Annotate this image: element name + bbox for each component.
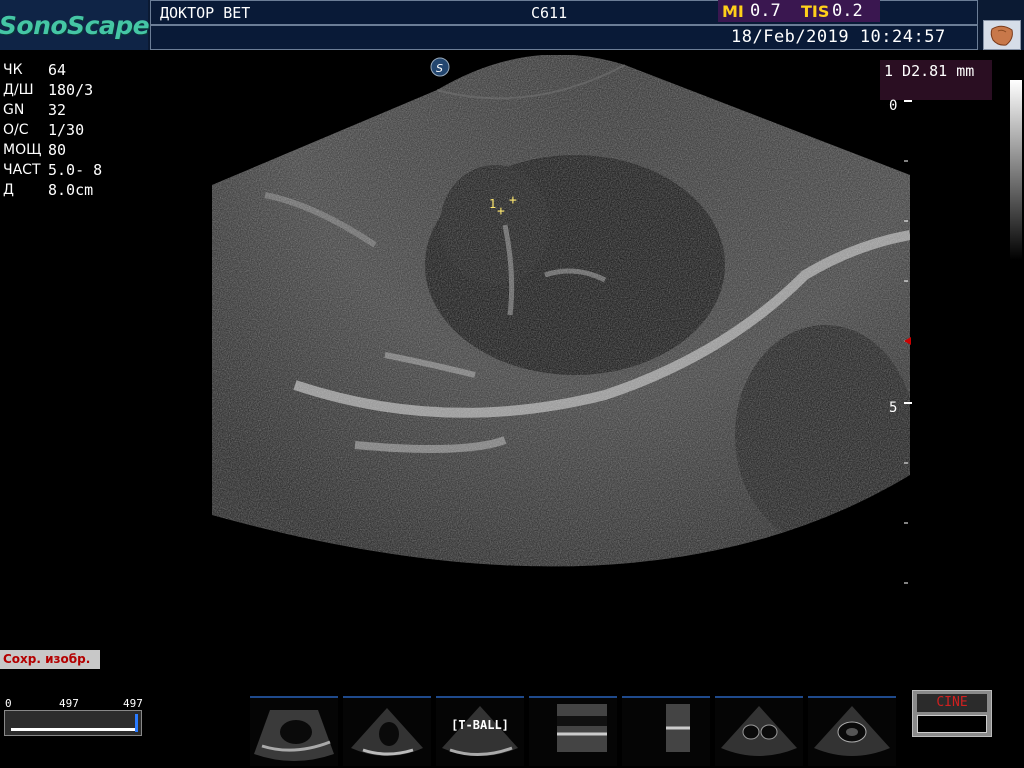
param-label: О/С bbox=[3, 122, 29, 138]
param-value: 1/30 bbox=[48, 121, 85, 139]
brand-logo-text: SonoScape bbox=[0, 10, 150, 40]
caliper-marker[interactable]: + bbox=[509, 193, 517, 208]
depth-label-mid: 5 bbox=[889, 400, 898, 416]
thumbnail-strip: [T-BALL] bbox=[250, 696, 910, 766]
param-row: GN 32 bbox=[3, 100, 102, 120]
param-value: 64 bbox=[48, 61, 67, 79]
save-image-button[interactable]: Сохр. изобр. bbox=[0, 650, 100, 669]
depth-scale: 0 5 bbox=[880, 95, 920, 595]
mi-label: MI bbox=[722, 2, 744, 21]
param-value: 32 bbox=[48, 101, 67, 119]
hospital-name: ДОКТОР ВЕТ bbox=[160, 4, 251, 22]
cine-track[interactable] bbox=[4, 710, 142, 736]
param-value: 180/3 bbox=[48, 81, 94, 99]
thumbnail[interactable] bbox=[808, 696, 896, 766]
param-label: Д/Ш bbox=[3, 82, 34, 98]
param-label: GN bbox=[3, 102, 25, 118]
tis-label: TIS bbox=[801, 2, 830, 21]
thumbnail-image bbox=[557, 704, 607, 752]
thumbnail-label: [T-BALL] bbox=[451, 718, 509, 732]
thumbnail-image bbox=[814, 706, 890, 756]
cine-mid: 497 bbox=[59, 697, 79, 710]
grayscale-bar bbox=[1010, 80, 1022, 260]
thumbnail-image bbox=[666, 704, 690, 752]
depth-ticks bbox=[904, 100, 912, 584]
param-label: ЧАСТ bbox=[3, 162, 41, 178]
caliper-marker[interactable]: + bbox=[497, 204, 505, 219]
cine-progress bbox=[11, 728, 135, 731]
param-value: 8.0cm bbox=[48, 181, 94, 199]
thumbnail[interactable] bbox=[715, 696, 803, 766]
depth-label-top: 0 bbox=[889, 98, 898, 114]
cine-min: 0 bbox=[5, 697, 12, 710]
param-value: 5.0- 8 bbox=[48, 161, 103, 179]
cine-slider[interactable]: 0 497 497 bbox=[4, 697, 144, 741]
probe-organ-icon[interactable] bbox=[983, 20, 1021, 50]
tis-value: 0.2 bbox=[832, 1, 863, 21]
thumbnail-image bbox=[254, 710, 334, 761]
thumbnail[interactable]: [T-BALL] bbox=[436, 696, 524, 766]
param-row: ЧАСТ 5.0- 8 bbox=[3, 160, 102, 180]
cine-status-field bbox=[917, 715, 987, 733]
cine-handle[interactable] bbox=[135, 714, 138, 732]
thumbnail-image bbox=[351, 708, 423, 756]
cine-panel: CINE bbox=[912, 690, 992, 737]
mi-value: 0.7 bbox=[750, 1, 781, 21]
brand-logo: SonoScape bbox=[0, 0, 150, 50]
thumbnail[interactable] bbox=[250, 696, 338, 766]
param-value: 80 bbox=[48, 141, 67, 159]
cine-max: 497 bbox=[123, 697, 143, 710]
ultrasound-image[interactable]: S 1 + + bbox=[205, 55, 917, 595]
thumbnail[interactable] bbox=[529, 696, 617, 766]
probe-name: C611 bbox=[531, 4, 568, 22]
param-label: ЧК bbox=[3, 62, 23, 78]
organ-icon bbox=[990, 25, 1013, 46]
measurement-result: 1 D2.81 mm bbox=[884, 62, 975, 80]
thumbnail[interactable] bbox=[622, 696, 710, 766]
ultrasound-sector: S bbox=[212, 55, 910, 567]
param-label: МОЩ bbox=[3, 142, 42, 158]
thumbnail-image bbox=[442, 706, 518, 757]
param-row: О/С 1/30 bbox=[3, 120, 102, 140]
cine-button[interactable]: CINE bbox=[917, 694, 987, 712]
caliper-number: 1 bbox=[489, 197, 497, 211]
param-row: Д/Ш 180/3 bbox=[3, 80, 102, 100]
param-row: ЧК 64 bbox=[3, 60, 102, 80]
param-label: Д bbox=[3, 182, 14, 198]
thumbnail[interactable] bbox=[343, 696, 431, 766]
param-row: МОЩ 80 bbox=[3, 140, 102, 160]
imaging-parameters: ЧК 64 Д/Ш 180/3 GN 32 О/С 1/30 МОЩ 80 ЧАСТ 5.… bbox=[3, 60, 102, 200]
param-row: Д 8.0cm bbox=[3, 180, 102, 200]
date-time: 18/Feb/2019 10:24:57 bbox=[731, 27, 946, 47]
svg-text:S: S bbox=[436, 62, 443, 75]
thumbnail-image bbox=[721, 706, 797, 756]
